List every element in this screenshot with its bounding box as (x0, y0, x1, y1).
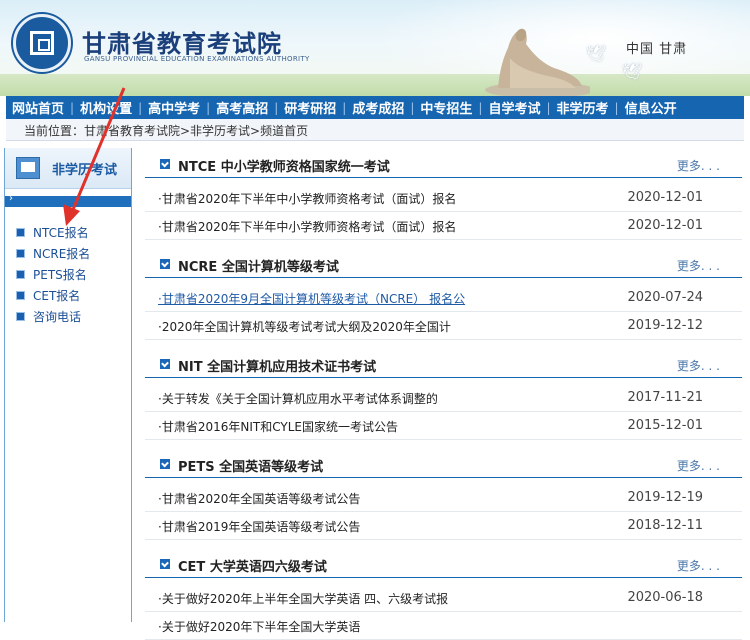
nav-item-postgraduate[interactable]: 研考研招 (278, 98, 342, 117)
more-link[interactable]: 更多. . . (677, 257, 720, 274)
list-item[interactable]: ·甘肃省2020年全国英语等级考试公告 2019-12-19 (145, 484, 742, 512)
square-bullet-icon (17, 271, 24, 278)
nav-item-self-study[interactable]: 自学考试 (482, 98, 546, 117)
sidebar-item-ncre[interactable]: NCRE报名 (17, 243, 90, 264)
list-item-date: 2020-07-24 (627, 290, 703, 305)
section-title[interactable]: NIT 全国计算机应用技术证书考试 (178, 356, 376, 375)
section-header-ncre: NCRE 全国计算机等级考试 更多. . . (145, 250, 742, 278)
statue-illustration-icon (485, 28, 590, 96)
nav-item-secondary-vocational[interactable]: 中专招生 (414, 98, 478, 117)
nav-item-home[interactable]: 网站首页 (6, 98, 70, 117)
nav-item-non-degree[interactable]: 非学历考 (551, 98, 615, 117)
list-item-title[interactable]: ·甘肃省2019年全国英语等级考试公告 (158, 518, 360, 535)
list-item-title[interactable]: ·甘肃省2020年全国英语等级考试公告 (158, 490, 360, 507)
sidebar-item-label: CET报名 (33, 289, 81, 303)
emblem-mark (30, 31, 54, 55)
section-header-pets: PETS 全国英语等级考试 更多. . . (145, 450, 742, 478)
sidebar-item-hotline[interactable]: 咨询电话 (17, 306, 90, 327)
section-title[interactable]: PETS 全国英语等级考试 (178, 456, 323, 475)
section-title[interactable]: CET 大学英语四六级考试 (178, 556, 327, 575)
list-item[interactable]: ·关于做好2020年下半年全国大学英语 (145, 612, 742, 640)
sidebar: 非学历考试 › NTCE报名 NCRE报名 PETS报名 CET报名 咨询电话 (4, 148, 132, 622)
section-header-nit: NIT 全国计算机应用技术证书考试 更多. . . (145, 350, 742, 378)
list-item-title[interactable]: ·甘肃省2020年9月全国计算机等级考试（NCRE） 报名公 (158, 290, 465, 307)
list-item-date: 2017-11-21 (627, 390, 703, 405)
list-item[interactable]: ·甘肃省2016年NIT和CYLE国家统一考试公告 2015-12-01 (145, 412, 742, 440)
region-label: 中国 甘肃 (626, 42, 688, 57)
more-link[interactable]: 更多. . . (677, 557, 720, 574)
square-bullet-icon (17, 229, 24, 236)
sidebar-item-pets[interactable]: PETS报名 (17, 264, 90, 285)
list-item-title[interactable]: ·关于做好2020年下半年全国大学英语 (158, 618, 360, 635)
list-item-title[interactable]: ·2020年全国计算机等级考试考试大纲及2020年全国计 (158, 318, 451, 335)
checkbox-icon (160, 359, 170, 369)
sidebar-header: 非学历考试 (5, 148, 131, 189)
list-item-title[interactable]: ·甘肃省2016年NIT和CYLE国家统一考试公告 (158, 418, 398, 435)
list-item-date: 2018-12-11 (627, 518, 703, 533)
emblem-icon[interactable] (13, 14, 71, 72)
site-subtitle: GANSU PROVINCIAL EDUCATION EXAMINATIONS … (84, 55, 310, 63)
breadcrumb-text[interactable]: 当前位置：甘肃省教育考试院>非学历考试>频道首页 (24, 122, 308, 139)
section-header-ntce: NTCE 中小学教师资格国家统一考试 更多. . . (145, 150, 742, 178)
list-item[interactable]: ·关于转发《关于全国计算机应用水平考试体系调整的 2017-11-21 (145, 384, 742, 412)
list-item-title[interactable]: ·关于转发《关于全国计算机应用水平考试体系调整的 (158, 390, 438, 407)
section-title[interactable]: NCRE 全国计算机等级考试 (178, 256, 339, 275)
list-item[interactable]: ·2020年全国计算机等级考试考试大纲及2020年全国计 2019-12-12 (145, 312, 742, 340)
list-item-date: 2020-12-01 (627, 218, 703, 233)
nav-item-adult-exam[interactable]: 成考成招 (346, 98, 410, 117)
checkbox-icon (160, 559, 170, 569)
square-bullet-icon (17, 292, 24, 299)
sidebar-item-label: PETS报名 (33, 268, 87, 282)
list-item-date: 2020-06-18 (627, 590, 703, 605)
nav-item-gaokao[interactable]: 高考高招 (210, 98, 274, 117)
list-item-title[interactable]: ·甘肃省2020年下半年中小学教师资格考试（面试）报名 (158, 218, 456, 235)
list-item[interactable]: ·甘肃省2020年下半年中小学教师资格考试（面试）报名 2020-12-01 (145, 212, 742, 240)
nav-item-highschool-exam[interactable]: 高中学考 (142, 98, 206, 117)
list-item[interactable]: ·关于做好2020年上半年全国大学英语 四、六级考试报 2020-06-18 (145, 584, 742, 612)
nav-item-organization[interactable]: 机构设置 (74, 98, 138, 117)
list-item-date: 2020-12-01 (627, 190, 703, 205)
list-item-date: 2015-12-01 (627, 418, 703, 433)
list-item-date: 2019-12-19 (627, 490, 703, 505)
list-item[interactable]: ·甘肃省2020年下半年中小学教师资格考试（面试）报名 2020-12-01 (145, 184, 742, 212)
checkbox-icon (160, 259, 170, 269)
site-header: 甘肃省教育考试院 GANSU PROVINCIAL EDUCATION EXAM… (0, 0, 750, 96)
checkbox-icon (160, 459, 170, 469)
sidebar-item-cet[interactable]: CET报名 (17, 285, 90, 306)
square-bullet-icon (17, 250, 24, 257)
more-link[interactable]: 更多. . . (677, 357, 720, 374)
dove-icon: 🕊 (586, 44, 607, 63)
list-item-date: 2019-12-12 (627, 318, 703, 333)
site-title[interactable]: 甘肃省教育考试院 (82, 24, 282, 59)
section-title[interactable]: NTCE 中小学教师资格国家统一考试 (178, 156, 390, 175)
list-item-title[interactable]: ·甘肃省2020年下半年中小学教师资格考试（面试）报名 (158, 190, 456, 207)
sidebar-item-ntce[interactable]: NTCE报名 (17, 222, 90, 243)
more-link[interactable]: 更多. . . (677, 157, 720, 174)
square-bullet-icon (17, 313, 24, 320)
dove-icon: 🕊 (622, 62, 643, 81)
chevron-right-icon: › (9, 193, 13, 204)
sidebar-divider: › (5, 193, 131, 207)
list-item[interactable]: ·甘肃省2020年9月全国计算机等级考试（NCRE） 报名公 2020-07-2… (145, 284, 742, 312)
sidebar-item-label: 咨询电话 (33, 310, 82, 324)
main-nav: 网站首页 | 机构设置 | 高中学考 | 高考高招 | 研考研招 | 成考成招 … (6, 96, 744, 119)
book-icon (16, 157, 40, 179)
sidebar-item-label: NCRE报名 (33, 247, 91, 261)
sidebar-list: NTCE报名 NCRE报名 PETS报名 CET报名 咨询电话 (17, 222, 90, 327)
sidebar-item-label: NTCE报名 (33, 226, 89, 240)
list-item-title[interactable]: ·关于做好2020年上半年全国大学英语 四、六级考试报 (158, 590, 448, 607)
list-item[interactable]: ·甘肃省2019年全国英语等级考试公告 2018-12-11 (145, 512, 742, 540)
breadcrumb: 当前位置：甘肃省教育考试院>非学历考试>频道首页 (6, 119, 744, 141)
checkbox-icon (160, 159, 170, 169)
more-link[interactable]: 更多. . . (677, 457, 720, 474)
nav-item-disclosure[interactable]: 信息公开 (619, 98, 683, 117)
sidebar-title: 非学历考试 (52, 163, 118, 178)
section-header-cet: CET 大学英语四六级考试 更多. . . (145, 550, 742, 578)
